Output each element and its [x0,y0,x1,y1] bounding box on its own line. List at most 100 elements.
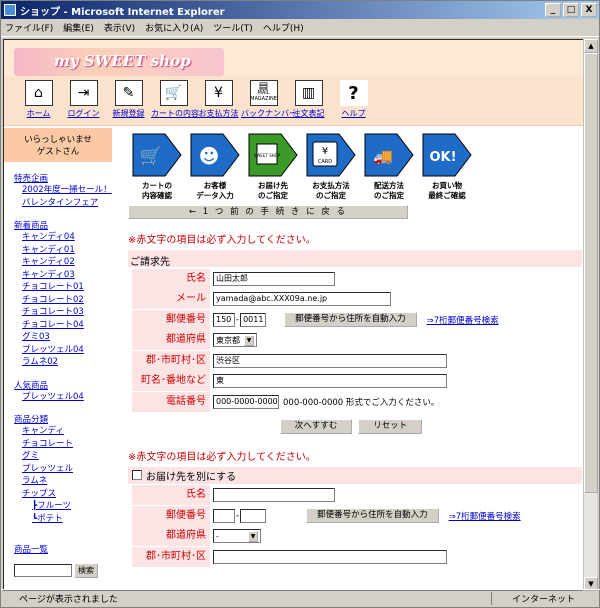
sidebar-item-new[interactable]: チョコレート02 [22,294,112,307]
step-customer[interactable]: ☻ お客様 データ入力 [186,132,244,201]
svg-text:SWEET SHOP: SWEET SHOP [254,153,281,158]
address-field[interactable]: 東 [213,374,447,389]
menu-tools[interactable]: ツール(T) [213,21,253,34]
sidebar-item-popular[interactable]: プレッツェル04 [22,391,112,404]
menu-favorites[interactable]: お気に入り(A) [145,21,203,34]
step-arrow-icon: 🚚 [364,133,414,177]
step-delivery[interactable]: SWEET SHOP お届け先 のご指定 [244,132,302,201]
sidebar-item-special[interactable]: 2002年度一掃セール！ [22,184,112,197]
svg-text:¥: ¥ [322,146,328,157]
sidebar-special-head[interactable]: 特売企画 [14,172,112,184]
form-row: 電話番号 000-0000-0000 000-000-0000 形式でご入力くだ… [132,391,576,413]
sidebar-item-category[interactable]: ラムネ [22,475,112,488]
sidebar-item-new[interactable]: プレッツェル04 [22,344,112,357]
separate-delivery-checkbox[interactable] [132,470,142,480]
nav-legal[interactable]: ▥ 注文表記 [286,80,331,125]
sidebar-item-new[interactable]: チョコレート04 [22,319,112,332]
sidebar-search: 検索 [14,563,112,578]
nav-backnumber[interactable]: ▤ MAIL MAGAZINE バックナンバー [241,80,297,125]
delivery-form: 氏名 郵便番号 - 郵便番号から住所を自動入力 ⇒7桁郵便番号検索 都道府県 -… [132,485,576,568]
nav-cart[interactable]: 🛒 カートの内容 [151,80,199,125]
sidebar-item-category[interactable]: プレッツェル [22,463,112,476]
next-button[interactable]: 次へすすむ [279,418,353,434]
scroll-thumb[interactable] [584,53,598,493]
search-button[interactable]: 検索 [74,563,98,578]
cart-icon: 🛒 [159,80,188,106]
svg-text:OK!: OK! [429,150,456,165]
nav-register[interactable]: ✎ 新規登録 [106,80,151,125]
nav-help[interactable]: ? ヘルプ [331,80,376,125]
form-row: 郡･市町村･区 [132,546,576,568]
step-arrow-icon: SWEET SHOP [248,133,298,177]
menu-edit[interactable]: 編集(E) [63,21,94,34]
delivery-zip-search-link[interactable]: ⇒7桁郵便番号検索 [449,510,521,522]
checkout-steps: 🛒 カートの 内容確認 ☻ お客様 データ入力 SWEET SHOP お届け先 … [120,132,582,201]
step-arrow-icon: OK! [422,133,472,177]
nav-payment[interactable]: ¥ お支払方法 [196,80,241,125]
delivery-pref-select[interactable]: - ▼ [213,529,261,544]
svg-text:☻: ☻ [199,144,220,168]
name-field[interactable]: 山田太郎 [213,271,335,286]
vertical-scrollbar[interactable]: ▲ ▼ [583,39,598,591]
delivery-zip1-field[interactable] [213,508,235,523]
step-confirm[interactable]: OK! お買い物 最終ご確認 [418,132,476,201]
sidebar-item-category[interactable]: グミ [22,450,112,463]
sidebar-item-new[interactable]: ラムネ02 [22,356,112,369]
nav-home[interactable]: ⌂ ホーム [16,80,61,125]
maximize-button[interactable]: □ [563,3,579,17]
menu-file[interactable]: ファイル(F) [5,21,53,34]
search-input[interactable] [14,564,72,577]
city-field[interactable]: 渋谷区 [213,353,447,368]
back-button[interactable]: ← 1 つ 前 の 手 続 き に 戻 る [128,205,408,219]
sidebar-item-new[interactable]: チョコレート01 [22,281,112,294]
sidebar-item-subcategory[interactable]: ┣フルーツ [32,500,112,513]
site-header: my SWEET shop [4,40,584,76]
zip-search-link[interactable]: ⇒7桁郵便番号検索 [427,314,499,326]
email-field[interactable]: yamada@abc.XXX09a.ne.jp [213,292,391,307]
sidebar-item-category[interactable]: チップス [22,488,112,501]
sidebar-item-new[interactable]: チョコレート03 [22,306,112,319]
delivery-zip-autofill-button[interactable]: 郵便番号から住所を自動入力 [306,508,439,524]
delivery-name-label: 氏名 [132,485,210,506]
reset-button[interactable]: リセット [358,418,423,434]
sidebar-item-new[interactable]: キャンディ01 [22,244,112,257]
zip2-field[interactable]: 0011 [240,312,267,327]
svg-text:CARD: CARD [318,159,332,165]
sidebar-new-head[interactable]: 新着商品 [14,219,112,231]
delivery-city-label: 郡･市町村･区 [132,546,210,567]
sidebar-item-new[interactable]: グミ03 [22,331,112,344]
zip1-field[interactable]: 150 [213,312,235,327]
step-cart[interactable]: 🛒 カートの 内容確認 [128,132,186,201]
nav-login[interactable]: ⇥ ログイン [61,80,106,125]
help-icon: ? [339,80,368,106]
sidebar-item-new[interactable]: キャンディ04 [22,231,112,244]
minimize-button[interactable]: _ [545,3,561,17]
delivery-city-field[interactable] [213,549,447,564]
sidebar-item-category[interactable]: チョコレート [22,438,112,451]
tel-field[interactable]: 000-0000-0000 [213,394,279,409]
sidebar-item-special[interactable]: バレンタインフェア [22,197,112,210]
sidebar-item-new[interactable]: キャンディ03 [22,269,112,282]
sidebar-item-category[interactable]: キャンディ [22,425,112,438]
shop-logo[interactable]: my SWEET shop [14,48,224,76]
step-payment[interactable]: ¥ CARD お支払方法 のご指定 [302,132,360,201]
sidebar-category-head[interactable]: 商品分類 [14,413,112,425]
sidebar-item-new[interactable]: キャンディ02 [22,256,112,269]
scroll-up-icon[interactable]: ▲ [584,39,598,53]
step-shipping[interactable]: 🚚 配送方法 のご指定 [360,132,418,201]
close-button[interactable]: X [581,3,597,17]
required-note: ※赤文字の項目は必ず入力してください。 [128,235,316,246]
zip-autofill-button[interactable]: 郵便番号から住所を自動入力 [284,312,417,328]
email-label: メール [132,289,210,310]
menu-view[interactable]: 表示(V) [104,21,135,34]
sidebar-list-head[interactable]: 商品一覧 [14,543,112,555]
login-icon: ⇥ [69,80,98,106]
mail-magazine-icon: ▤ MAIL MAGAZINE [249,80,278,106]
delivery-zip2-field[interactable] [240,508,267,523]
delivery-name-field[interactable] [213,488,335,503]
sidebar-popular-head[interactable]: 人気商品 [14,379,112,391]
pref-select[interactable]: 東京都 ▼ [213,333,257,348]
menu-help[interactable]: ヘルプ(H) [263,21,304,34]
sidebar-item-subcategory[interactable]: ┗ポテト [32,513,112,526]
form-row: 都道府県 東京都 ▼ [132,330,576,351]
